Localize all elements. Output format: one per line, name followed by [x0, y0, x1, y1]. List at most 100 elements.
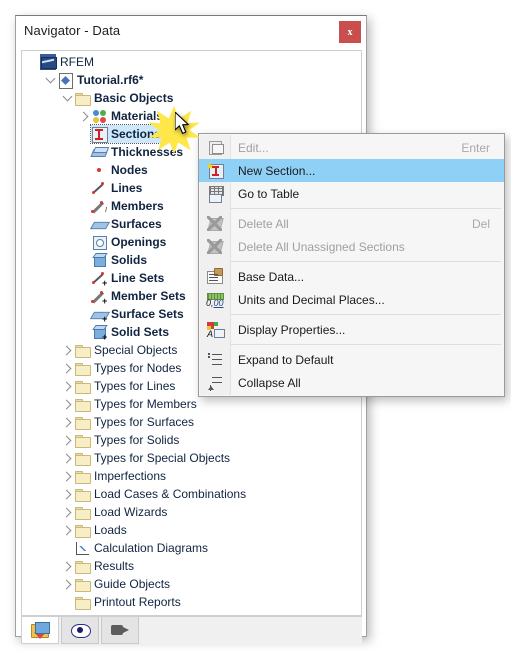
tree-item-label: Special Objects [94, 343, 178, 357]
tree-item-content: Special Objects [74, 341, 182, 359]
tree-item-materials[interactable]: Materials [22, 107, 361, 125]
line-set-icon: + [91, 270, 107, 288]
tree-item-label: Lines [111, 181, 143, 195]
tree-expander-placeholder [26, 53, 40, 71]
thickness-icon [91, 144, 107, 160]
member-set-icon: + [91, 288, 107, 306]
menu-item-label: New Section... [238, 163, 316, 178]
tree-item-label: Solid Sets [111, 325, 170, 339]
tree-item-types-for-solids[interactable]: Types for Solids [22, 431, 361, 449]
tree-item-types-for-special-objects[interactable]: Types for Special Objects [22, 449, 361, 467]
chevron-right-icon[interactable] [60, 485, 74, 503]
tree-item-types-for-surfaces[interactable]: Types for Surfaces [22, 413, 361, 431]
menu-item-label: Collapse All [238, 375, 301, 390]
chevron-right-icon[interactable] [60, 467, 74, 485]
context-menu[interactable]: Edit... Enter New Section... Go to Table Del… [198, 133, 505, 397]
chevron-right-icon[interactable] [60, 503, 74, 521]
close-icon[interactable]: x [339, 21, 361, 43]
tree-item-label: Members [111, 199, 164, 213]
tree-item-types-for-members[interactable]: Types for Members [22, 395, 361, 413]
tree-item-content: Openings [91, 233, 171, 251]
tree-item-label: Types for Surfaces [94, 415, 195, 429]
tree-expander-placeholder [77, 197, 91, 215]
tree-item-load-cases-combinations[interactable]: Load Cases & Combinations [22, 485, 361, 503]
display-navigator-tab[interactable] [61, 617, 99, 644]
tree-item-content: Types for Solids [74, 431, 184, 449]
tree-item-content: Lines [91, 179, 147, 197]
tree-item-label: Surface Sets [111, 307, 184, 321]
tree-item-load-wizards[interactable]: Load Wizards [22, 503, 361, 521]
views-navigator-tab[interactable] [101, 617, 139, 644]
menu-separator [230, 261, 501, 262]
tree-item-content: Types for Surfaces [74, 413, 199, 431]
chevron-down-icon[interactable] [60, 89, 74, 107]
solid-icon [91, 252, 107, 268]
tree-item-label: Guide Objects [94, 577, 171, 591]
tree-item-label: Basic Objects [94, 91, 174, 105]
tree-item-label: Surfaces [111, 217, 162, 231]
folder-icon [74, 468, 91, 484]
chevron-right-icon[interactable] [60, 449, 74, 467]
chevron-right-icon[interactable] [60, 557, 74, 575]
tree-item-content: Load Cases & Combinations [74, 485, 251, 503]
tree-item-content: Loads [74, 521, 132, 539]
tree-item-imperfections[interactable]: Imperfections [22, 467, 361, 485]
tree-item-label: Printout Reports [94, 595, 181, 609]
chevron-right-icon[interactable] [60, 413, 74, 431]
tree-item-tutorial-rf6[interactable]: Tutorial.rf6* [22, 71, 361, 89]
window-titlebar: Navigator - Data x [16, 16, 366, 48]
menu-item-go-to-table[interactable]: Go to Table [199, 182, 504, 205]
folder-icon [74, 450, 91, 466]
tree-item-label: Loads [94, 523, 127, 537]
tree-item-results[interactable]: Results [22, 557, 361, 575]
tree-item-label: Types for Solids [94, 433, 180, 447]
menu-item-expand-to-default[interactable]: Expand to Default [199, 348, 504, 371]
menu-item-label: Go to Table [238, 186, 300, 201]
tree-item-loads[interactable]: Loads [22, 521, 361, 539]
surface-set-icon: + [91, 306, 107, 324]
model-file-icon [57, 72, 73, 89]
chevron-right-icon[interactable] [60, 395, 74, 413]
tree-item-label: Materials [111, 109, 164, 123]
navigator-tabstrip [21, 616, 362, 644]
materials-icon [91, 108, 107, 124]
data-navigator-tab[interactable] [21, 617, 59, 644]
chevron-right-icon[interactable] [60, 377, 74, 395]
tree-item-content: Surfaces [91, 215, 167, 233]
chevron-right-icon[interactable] [60, 521, 74, 539]
surface-icon [91, 216, 107, 232]
menu-item-units-and-decimal-places[interactable]: 0,00 Units and Decimal Places... [199, 288, 504, 311]
folder-icon [74, 342, 91, 358]
folder-icon [74, 594, 91, 610]
chevron-right-icon[interactable] [60, 341, 74, 359]
folder-icon [74, 486, 91, 502]
tree-item-content: Imperfections [74, 467, 171, 485]
chevron-right-icon[interactable] [60, 431, 74, 449]
tree-item-content: Basic Objects [74, 89, 178, 107]
tree-item-label: Solids [111, 253, 148, 267]
tree-item-label: Nodes [111, 163, 148, 177]
tree-item-guide-objects[interactable]: Guide Objects [22, 575, 361, 593]
menu-item-base-data[interactable]: Base Data... [199, 265, 504, 288]
tree-expander-placeholder [77, 233, 91, 251]
chevron-down-icon[interactable] [43, 71, 57, 89]
menu-item-new-section[interactable]: New Section... [199, 159, 504, 182]
chevron-right-icon[interactable] [60, 575, 74, 593]
tree-item-rfem[interactable]: RFEM [22, 53, 361, 71]
tree-item-printout-reports[interactable]: Printout Reports [22, 593, 361, 611]
menu-item-collapse-all[interactable]: Collapse All [199, 371, 504, 394]
folder-icon [74, 576, 91, 592]
folder-icon [74, 522, 91, 538]
screen: Navigator - Data x RFEM Tutorial.rf6* Basi… [0, 0, 511, 658]
tree-item-calculation-diagrams[interactable]: Calculation Diagrams [22, 539, 361, 557]
tree-item-label: Imperfections [94, 469, 167, 483]
menu-item-label: Delete All [238, 216, 289, 231]
expand-icon [206, 351, 223, 368]
tree-item-label: Types for Members [94, 397, 197, 411]
chevron-right-icon[interactable] [60, 359, 74, 377]
tree-item-basic-objects[interactable]: Basic Objects [22, 89, 361, 107]
display-properties-icon: A [206, 321, 225, 339]
tree-item-label: Sections [111, 127, 162, 141]
chevron-right-icon[interactable] [77, 107, 91, 125]
menu-item-display-properties[interactable]: A Display Properties... [199, 318, 504, 341]
